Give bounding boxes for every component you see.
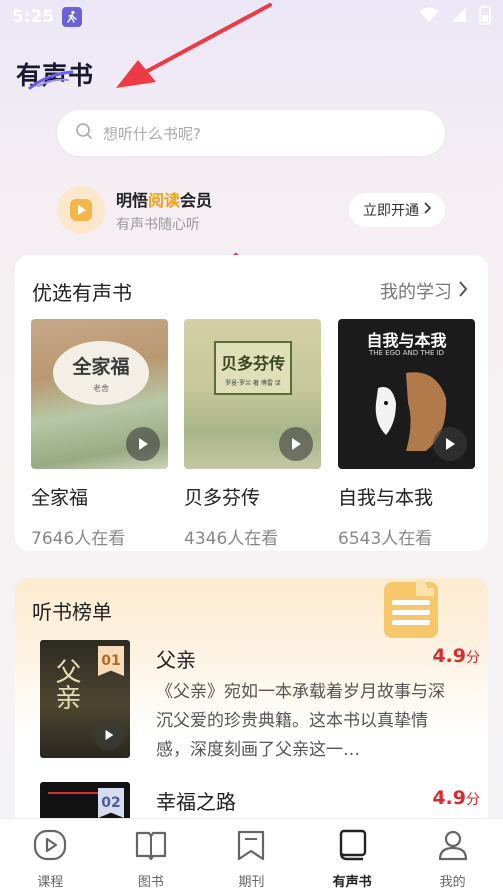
wifi-icon <box>419 7 439 27</box>
play-icon[interactable] <box>279 427 313 461</box>
featured-title: 优选有声书 <box>32 281 132 305</box>
vip-subtitle: 有声书随心听 <box>116 217 200 233</box>
audiobook-icon <box>335 829 369 865</box>
ranking-description: 《父亲》宛如一本承载着岁月故事与深沉父爱的珍贵典籍。这本书以真挚情感，深度刻画了… <box>156 682 445 760</box>
ranking-book-title: 幸福之路 <box>156 790 236 814</box>
ranking-title: 听书榜单 <box>32 600 112 624</box>
book-title: 贝多芬传 <box>184 487 261 509</box>
profile-icon <box>436 829 470 865</box>
cover-label: 全家福 老舍 <box>53 341 149 405</box>
my-learning-link[interactable]: 我的学习 <box>380 278 468 304</box>
book-item[interactable]: 自我与本我 THE EGO AND THE ID 自我与本我 6543人在看 <box>338 319 475 549</box>
book-item[interactable]: 贝多芬传 罗曼·罗兰 著 傅雷 译 贝多芬传 4346人在看 <box>184 319 321 549</box>
vip-title: 明悟阅读会员 <box>116 191 213 210</box>
vip-membership-banner[interactable]: 明悟阅读会员 有声书随心听 立即开通 <box>57 183 445 237</box>
tab-books[interactable]: 图书 <box>101 819 202 896</box>
audiobook-ranking-card: 听书榜单 父亲 01 父亲 4.9分 《父亲》宛如一本承载着岁月故事与深沉父爱的… <box>15 578 488 838</box>
book-title: 全家福 <box>31 487 89 509</box>
signal-icon <box>451 7 467 27</box>
book-cover[interactable]: 自我与本我 THE EGO AND THE ID <box>338 319 475 469</box>
tab-profile[interactable]: 我的 <box>402 819 503 896</box>
vip-play-icon <box>57 186 105 234</box>
journal-icon <box>234 829 268 865</box>
battery-icon <box>479 5 491 29</box>
play-icon[interactable] <box>126 427 160 461</box>
open-vip-button[interactable]: 立即开通 <box>349 193 445 227</box>
play-icon[interactable] <box>433 427 467 461</box>
ranking-book-title: 父亲 <box>156 648 196 672</box>
tab-journal[interactable]: 期刊 <box>201 819 302 896</box>
search-icon <box>75 122 93 144</box>
chevron-right-icon <box>458 280 468 302</box>
book-icon <box>134 829 168 865</box>
ranking-score: 4.9分 <box>432 787 480 809</box>
ranking-item[interactable]: 父亲 01 父亲 4.9分 《父亲》宛如一本承载着岁月故事与深沉父爱的珍贵典籍。… <box>40 640 480 760</box>
featured-audiobooks-card: 优选有声书 我的学习 全家福 老舍 全家福 7646人在看 贝多芬传 罗曼·罗兰… <box>15 255 488 551</box>
running-man-icon <box>62 7 83 27</box>
play-icon[interactable] <box>94 720 124 750</box>
course-icon <box>33 829 67 865</box>
ranking-score: 4.9分 <box>432 645 480 667</box>
chevron-right-icon <box>423 202 432 218</box>
book-cover[interactable]: 全家福 老舍 <box>31 319 168 469</box>
tab-course[interactable]: 课程 <box>0 819 101 896</box>
book-cover[interactable]: 贝多芬传 罗曼·罗兰 著 傅雷 译 <box>184 319 321 469</box>
book-viewers: 6543人在看 <box>338 529 433 549</box>
book-item[interactable]: 全家福 老舍 全家福 7646人在看 <box>31 319 168 549</box>
status-bar: 5:25 <box>0 0 503 34</box>
search-input[interactable]: 想听什么书呢? <box>57 110 445 156</box>
ranking-list-icon <box>384 580 438 638</box>
search-placeholder: 想听什么书呢? <box>103 124 201 143</box>
book-viewers: 7646人在看 <box>31 529 126 549</box>
book-title: 自我与本我 <box>338 487 434 509</box>
status-time: 5:25 <box>12 7 55 27</box>
bottom-tab-bar: 课程 图书 期刊 有声书 我的 <box>0 818 503 896</box>
book-viewers: 4346人在看 <box>184 529 279 549</box>
title-underline-decoration <box>28 70 74 90</box>
tab-audiobook[interactable]: 有声书 <box>302 819 403 896</box>
cover-label: 贝多芬传 罗曼·罗兰 著 傅雷 译 <box>214 341 292 395</box>
